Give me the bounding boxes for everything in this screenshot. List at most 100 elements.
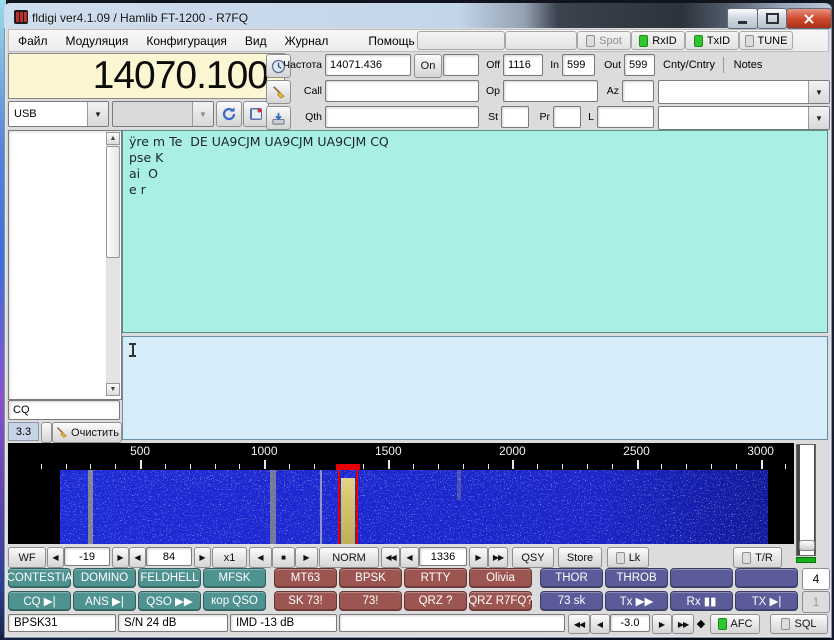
op-input[interactable]: [503, 80, 598, 102]
qsy-button[interactable]: QSY: [512, 547, 554, 568]
macro-button[interactable]: TX ▶|: [735, 591, 798, 611]
chevron-down-icon[interactable]: ▼: [808, 81, 829, 103]
macro-button[interactable]: ANS ▶|: [73, 591, 136, 611]
macro-button[interactable]: THOR: [540, 568, 603, 588]
macro-button[interactable]: THROB: [605, 568, 668, 588]
macro-button[interactable]: [670, 568, 733, 588]
signal-level-slider[interactable]: [796, 444, 816, 556]
waterfall[interactable]: 50010001500200025003000: [8, 443, 794, 544]
freq-input[interactable]: 14071.436: [325, 54, 411, 76]
macro-button[interactable]: QSO ▶▶: [138, 591, 201, 611]
txid-toggle[interactable]: TxID: [685, 31, 739, 50]
cursor-right-button[interactable]: ▶: [295, 547, 318, 568]
wf-stop-button[interactable]: ■: [272, 547, 295, 568]
tune-toggle[interactable]: TUNE: [739, 31, 793, 50]
az-input[interactable]: [622, 80, 654, 102]
offset-right-button[interactable]: ▶: [652, 614, 672, 634]
menu-item-help[interactable]: Помощь: [359, 34, 423, 48]
store-button[interactable]: Store: [558, 547, 602, 568]
sql-toggle[interactable]: SQL: [770, 614, 828, 634]
clear-browser-button[interactable]: Очистить: [52, 422, 122, 443]
macro-button[interactable]: BPSK: [339, 568, 402, 588]
menu-item-file[interactable]: Файл: [9, 34, 57, 48]
reflevel-up-button[interactable]: ▶: [194, 547, 211, 568]
macro-button[interactable]: QRZ R7FQ?: [469, 591, 532, 611]
titlebar[interactable]: fldigi ver4.1.09 / Hamlib FT-1200 - R7FQ: [4, 3, 830, 28]
freq-left-button[interactable]: ◀: [400, 547, 419, 568]
macro-button[interactable]: MT63: [274, 568, 337, 588]
browser-seek-input[interactable]: CQ: [8, 400, 120, 420]
wf-zoom-button[interactable]: x1: [212, 547, 247, 568]
time-on-button[interactable]: On: [414, 54, 442, 78]
qth-input[interactable]: [325, 106, 479, 128]
macro-page-current-button[interactable]: 1: [802, 591, 830, 613]
macro-button[interactable]: SK 73!: [274, 591, 337, 611]
call-input[interactable]: [325, 80, 479, 102]
macro-button[interactable]: [735, 568, 798, 588]
maximize-button[interactable]: [757, 8, 787, 29]
save-qso-button[interactable]: [266, 106, 291, 130]
macro-button[interactable]: MFSK: [203, 568, 266, 588]
tx-text-pane[interactable]: [122, 336, 828, 440]
macro-button[interactable]: 73!: [339, 591, 402, 611]
reflevel-down-button[interactable]: ◀: [129, 547, 146, 568]
offset-value[interactable]: -3.0: [610, 614, 650, 632]
ampspan-up-button[interactable]: ▶: [112, 547, 129, 568]
freq-ffwd-button[interactable]: ▶▶: [488, 547, 508, 568]
ampspan-down-button[interactable]: ◀: [47, 547, 64, 568]
cursor-left-button[interactable]: ◀: [249, 547, 272, 568]
scroll-down-icon[interactable]: ▼: [106, 383, 120, 396]
splitter-handle[interactable]: [41, 422, 52, 443]
rst-in-input[interactable]: 599: [562, 54, 595, 76]
loc-input[interactable]: [597, 106, 654, 128]
macro-button[interactable]: CONTESTIA: [8, 568, 71, 588]
scrollbar-thumb[interactable]: [106, 146, 120, 258]
lock-toggle[interactable]: Lk: [607, 547, 649, 568]
rxid-toggle[interactable]: RxID: [631, 31, 685, 50]
ampspan-value[interactable]: -19: [64, 547, 110, 566]
rst-out-input[interactable]: 599: [624, 54, 655, 76]
menu-item-log[interactable]: Журнал: [276, 34, 338, 48]
wf-mode-button[interactable]: WF: [8, 547, 46, 568]
macro-button[interactable]: Rx ▮▮: [670, 591, 733, 611]
center-diamond-button[interactable]: ◆: [694, 614, 708, 632]
st-input[interactable]: [501, 106, 529, 128]
drop-speed-button[interactable]: NORM: [319, 547, 379, 568]
freq-counter[interactable]: 1336: [419, 547, 467, 566]
freq-right-button[interactable]: ▶: [469, 547, 488, 568]
sync-frequency-button[interactable]: [216, 101, 242, 127]
offset-rewind-button[interactable]: ◀◀: [568, 614, 590, 634]
close-button[interactable]: [786, 8, 832, 29]
macro-button[interactable]: FELDHELL: [138, 568, 201, 588]
offset-left-button[interactable]: ◀: [590, 614, 610, 634]
tab-cnty-cntry[interactable]: Cnty/Cntry: [658, 54, 720, 76]
slider-thumb[interactable]: [799, 540, 815, 551]
chevron-down-icon[interactable]: ▼: [87, 102, 108, 126]
tab-notes[interactable]: Notes: [726, 54, 770, 76]
chevron-down-icon[interactable]: ▼: [808, 107, 829, 129]
country-select[interactable]: ▼: [658, 80, 830, 104]
mode-status[interactable]: BPSK31: [8, 614, 116, 632]
region-select[interactable]: ▼: [658, 106, 830, 130]
pr-input[interactable]: [553, 106, 581, 128]
menu-item-modulation[interactable]: Модуляция: [57, 34, 138, 48]
offset-ffwd-button[interactable]: ▶▶: [672, 614, 694, 634]
macro-button[interactable]: Tx ▶▶: [605, 591, 668, 611]
browser-scrollbar[interactable]: ▲ ▼: [106, 132, 120, 396]
time-off-input[interactable]: 1116: [503, 54, 543, 76]
macro-button[interactable]: DOMINO: [73, 568, 136, 588]
spot-toggle[interactable]: Spot: [577, 31, 631, 50]
afc-toggle[interactable]: AFC: [710, 614, 760, 634]
menu-item-configuration[interactable]: Конфигурация: [137, 34, 236, 48]
channel-browser[interactable]: ▲ ▼: [8, 130, 122, 400]
macro-button[interactable]: CQ ▶|: [8, 591, 71, 611]
mode-select[interactable]: USB ▼: [8, 101, 109, 127]
frequency-display[interactable]: 14070.100: [8, 53, 285, 99]
macro-button[interactable]: кор QSO: [203, 591, 266, 611]
txrx-toggle[interactable]: T/R: [733, 547, 782, 568]
waterfall-cursor[interactable]: [336, 464, 360, 544]
reflevel-value[interactable]: 84: [146, 547, 192, 566]
clear-qso-button[interactable]: [266, 80, 291, 104]
minimize-button[interactable]: [727, 8, 758, 29]
scroll-up-icon[interactable]: ▲: [106, 132, 120, 145]
